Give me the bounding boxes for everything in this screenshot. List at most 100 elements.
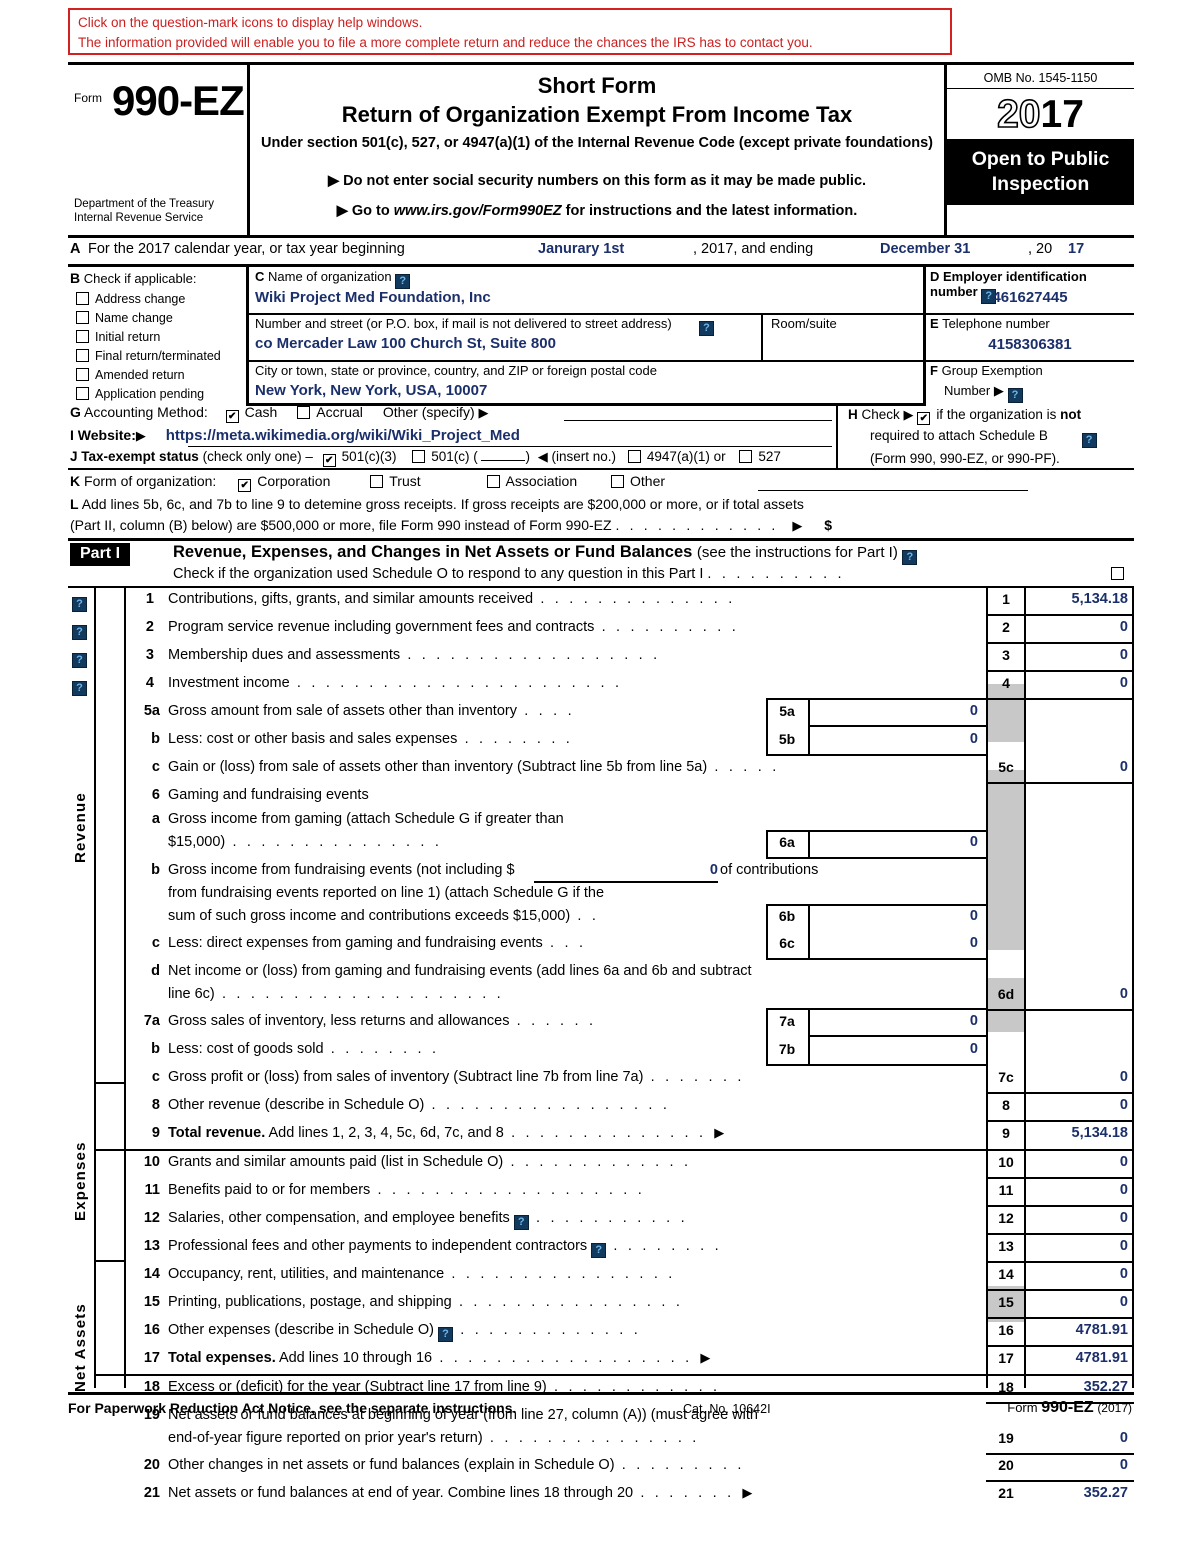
orgform-other-option[interactable]: Other (611, 473, 665, 489)
checkbox-initial-return[interactable]: Initial return (76, 330, 160, 344)
website-url-value[interactable]: https://meta.wikimedia.org/wiki/Wiki_Pro… (166, 427, 520, 444)
help-question-icon[interactable]: ? (513, 1215, 529, 1230)
checkbox-address-change[interactable]: Address change (76, 292, 185, 306)
orgform-trust-option[interactable]: Trust (370, 473, 421, 489)
checkbox-box[interactable] (76, 387, 89, 400)
checkbox-box[interactable] (412, 450, 426, 463)
city-value[interactable]: New York, New York, USA, 10007 (255, 382, 487, 399)
section-h-line1: H Check ▶ if the organization is not (848, 404, 1134, 425)
help-question-icon[interactable]: ? (591, 1243, 607, 1258)
inner-amount[interactable]: 0 (813, 703, 978, 719)
checkbox-box[interactable] (225, 410, 239, 423)
help-question-icon[interactable]: ? (72, 647, 87, 668)
line-amount[interactable]: 0 (1028, 1154, 1128, 1170)
help-question-icon[interactable]: ? (1007, 388, 1023, 403)
taxexempt-501c-option[interactable]: 501(c) ( (412, 449, 478, 464)
taxexempt-4947-option[interactable]: 4947(a)(1) or (627, 449, 726, 464)
help-question-icon[interactable]: ? (1081, 433, 1097, 448)
street-value[interactable]: co Mercader Law 100 Church St, Suite 800 (255, 335, 556, 352)
checkbox-amended-return[interactable]: Amended return (76, 368, 185, 382)
section-k-letter: K (70, 473, 81, 489)
line-amount[interactable]: 0 (1028, 1266, 1128, 1282)
checkbox-box[interactable] (322, 454, 336, 467)
help-question-icon[interactable]: ? (438, 1327, 454, 1342)
inner-amount[interactable]: 0 (813, 935, 978, 951)
divider (808, 830, 810, 858)
checkbox-box[interactable] (739, 450, 753, 463)
inner-amount[interactable]: 0 (813, 1041, 978, 1057)
line-amount[interactable]: 0 (1028, 619, 1128, 635)
tax-year-begin-value[interactable]: Janurary 1st (538, 241, 624, 257)
tax-year-end-yy[interactable]: 17 (1068, 241, 1084, 257)
line-box-number: 14 (998, 1266, 1014, 1282)
inline-contrib-amount[interactable]: 0 (668, 862, 718, 878)
line-text: Net assets or fund balances at end of ye… (168, 1485, 752, 1501)
line-amount[interactable]: 0 (1028, 1097, 1128, 1113)
help-question-icon[interactable]: ? (72, 619, 87, 640)
help-question-icon[interactable]: ? (395, 274, 411, 289)
part1-schedule-o-checkbox[interactable] (1111, 565, 1130, 583)
line-amount[interactable]: 0 (1028, 1069, 1128, 1085)
taxexempt-527-option[interactable]: 527 (739, 449, 781, 464)
checkbox-box[interactable] (917, 412, 931, 425)
org-name-value[interactable]: Wiki Project Med Foundation, Inc (255, 289, 491, 306)
inner-amount[interactable]: 0 (813, 1013, 978, 1029)
line-amount[interactable]: 0 (1028, 675, 1128, 691)
checkbox-box[interactable] (1111, 567, 1124, 580)
section-b-heading: B Check if applicable: (70, 270, 196, 286)
line-amount[interactable]: 0 (1028, 986, 1128, 1002)
accounting-other-input[interactable] (564, 420, 832, 421)
checkbox-box[interactable] (627, 450, 641, 463)
checkbox-box[interactable] (76, 349, 89, 362)
checkbox-box[interactable] (76, 311, 89, 324)
line-amount[interactable]: 4781.91 (1028, 1350, 1128, 1366)
irs-url[interactable]: www.irs.gov/Form990EZ (394, 203, 562, 219)
line-amount[interactable]: 0 (1028, 759, 1128, 775)
line-amount[interactable]: 4781.91 (1028, 1322, 1128, 1338)
checkbox-box[interactable] (238, 479, 252, 492)
catalog-number: Cat. No. 10642I (683, 1402, 771, 1416)
checkbox-box[interactable] (76, 292, 89, 305)
help-question-icon[interactable]: ? (902, 550, 918, 565)
line-box-number: 15 (998, 1294, 1014, 1310)
checkbox-box[interactable] (486, 475, 500, 488)
line-amount[interactable]: 0 (1028, 1182, 1128, 1198)
checkbox-box[interactable] (76, 368, 89, 381)
phone-value[interactable]: 4158306381 (926, 336, 1134, 353)
orgform-other-input[interactable] (758, 490, 1028, 491)
orgform-association-option[interactable]: Association (486, 473, 577, 489)
inner-amount[interactable]: 0 (813, 834, 978, 850)
line-amount[interactable]: 352.27 (1028, 1485, 1128, 1501)
checkbox-box[interactable] (76, 330, 89, 343)
accounting-cash-option[interactable]: Cash (225, 404, 277, 423)
help-question-icon[interactable]: ? (72, 591, 87, 612)
line-amount[interactable]: 0 (1028, 1294, 1128, 1310)
line-amount[interactable]: 5,134.18 (1028, 1125, 1128, 1141)
inner-amount[interactable]: 0 (813, 908, 978, 924)
help-question-icon[interactable]: ? (72, 675, 87, 696)
help-question-icon[interactable]: ? (699, 321, 714, 336)
line-amount[interactable]: 0 (1028, 1210, 1128, 1226)
checkbox-box[interactable] (611, 475, 624, 488)
checkbox-box[interactable] (370, 475, 384, 488)
taxexempt-501c-input[interactable] (481, 460, 526, 461)
ein-value[interactable]: 461627445 (926, 289, 1134, 306)
checkbox-name-change[interactable]: Name change (76, 311, 173, 325)
tax-year-end-value[interactable]: December 31 (880, 241, 970, 257)
leader-dots: . . . . (516, 703, 575, 719)
line-amount[interactable]: 5,134.18 (1028, 591, 1128, 607)
line-amount[interactable]: 0 (1028, 1457, 1128, 1473)
open-to-public-line2: Inspection (991, 173, 1090, 195)
checkbox-box[interactable] (297, 406, 311, 419)
line-amount[interactable]: 0 (1028, 1430, 1128, 1446)
form-title-main: Return of Organization Exempt From Incom… (341, 102, 853, 127)
line-amount[interactable]: 0 (1028, 647, 1128, 663)
orgform-corporation-option[interactable]: Corporation (238, 473, 330, 492)
right-arrow-icon: ▶ (135, 428, 146, 443)
taxexempt-501c3-option[interactable]: 501(c)(3) (322, 449, 396, 467)
checkbox-application-pending[interactable]: Application pending (76, 387, 204, 401)
line-amount[interactable]: 0 (1028, 1238, 1128, 1254)
accounting-accrual-option[interactable]: Accrual (297, 404, 363, 420)
checkbox-final-return[interactable]: Final return/terminated (76, 349, 221, 363)
inner-amount[interactable]: 0 (813, 731, 978, 747)
